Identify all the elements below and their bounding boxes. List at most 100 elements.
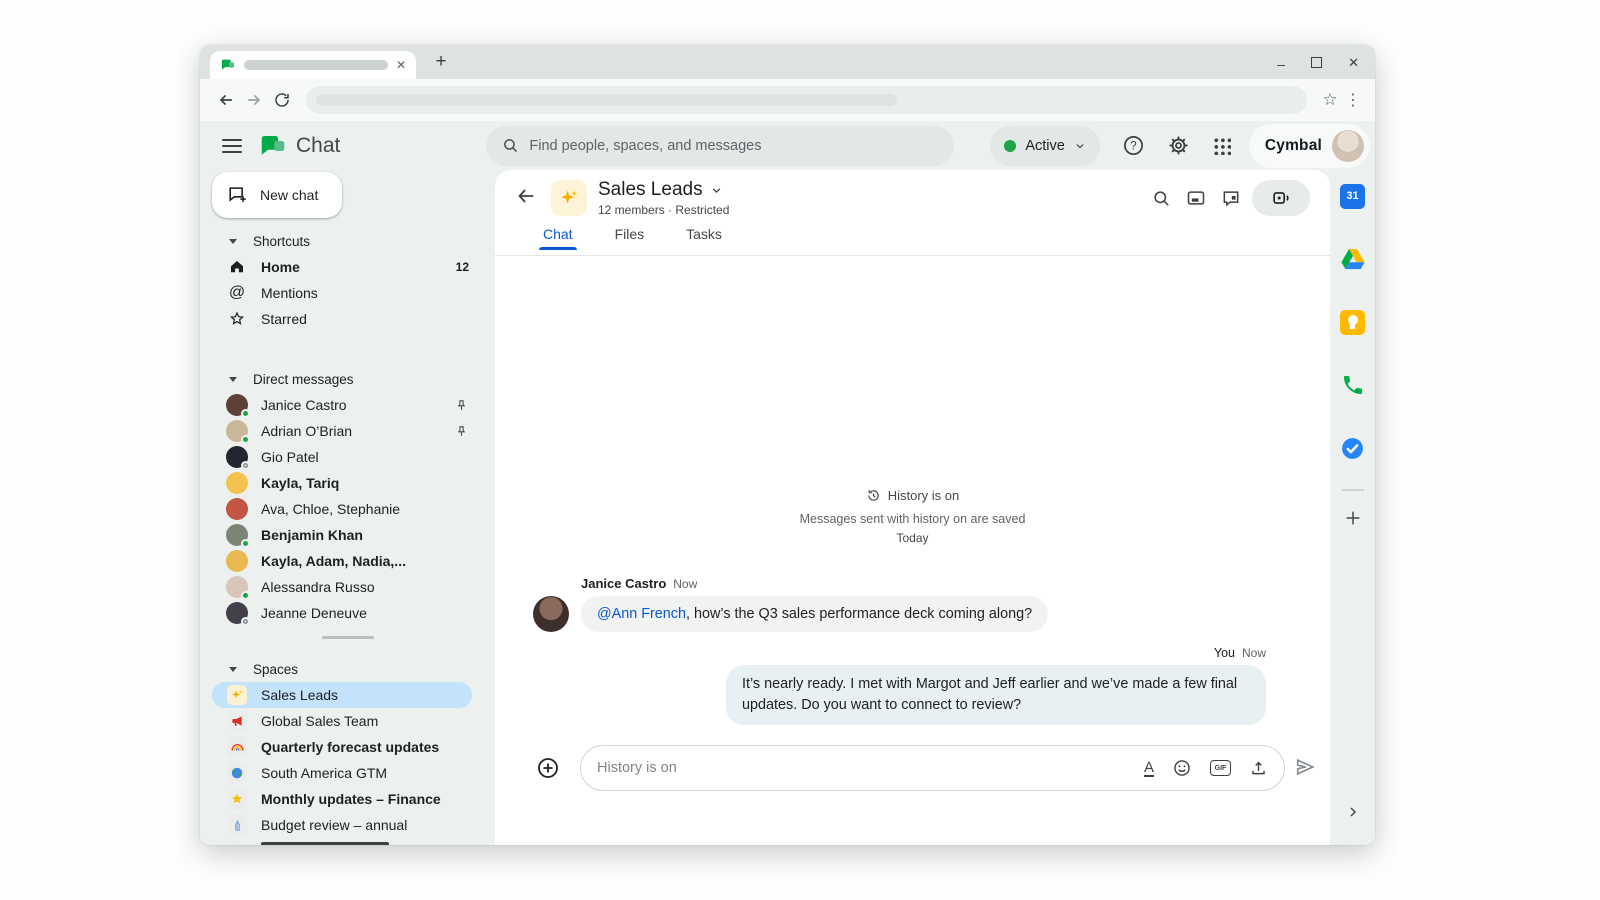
tab-close-icon[interactable]: ✕ xyxy=(396,59,406,71)
avatar xyxy=(226,524,250,548)
avatar xyxy=(226,498,248,520)
mention-link[interactable]: @Ann French xyxy=(597,606,686,622)
history-subtitle: Messages sent with history on are saved xyxy=(799,512,1026,526)
message-bubble[interactable]: It’s nearly ready. I met with Margot and… xyxy=(726,665,1266,725)
apps-grid-icon[interactable] xyxy=(1211,136,1231,155)
space-item[interactable]: Monthly updates – Finance xyxy=(200,786,495,812)
tasks-app-button[interactable] xyxy=(1339,434,1367,462)
browser-menu-icon[interactable]: ⋮ xyxy=(1343,90,1363,110)
sidebar-item-mentions[interactable]: @ Mentions xyxy=(200,280,495,306)
tab-files[interactable]: Files xyxy=(615,226,645,250)
dm-item[interactable]: Kayla, Tariq xyxy=(200,470,495,496)
tab-chat[interactable]: Chat xyxy=(539,226,577,250)
account-switcher[interactable]: Cymbal xyxy=(1248,123,1371,168)
forward-button[interactable] xyxy=(240,86,268,114)
settings-button[interactable] xyxy=(1167,134,1190,157)
calendar-app-button[interactable]: 31 xyxy=(1339,182,1367,210)
section-shortcuts[interactable]: Shortcuts xyxy=(200,228,495,254)
address-bar[interactable] xyxy=(306,86,1307,114)
open-in-pip-button[interactable] xyxy=(1182,184,1210,212)
gif-icon[interactable]: GIF xyxy=(1210,760,1231,776)
window-controls: – ✕ xyxy=(1277,45,1359,79)
tasks-icon xyxy=(1342,437,1363,459)
threads-button[interactable] xyxy=(1217,184,1245,212)
expand-rail-button[interactable] xyxy=(1345,804,1361,825)
minimize-button[interactable]: – xyxy=(1277,57,1285,71)
upload-icon[interactable] xyxy=(1249,759,1268,778)
rail-divider xyxy=(1341,489,1364,491)
new-tab-button[interactable]: + xyxy=(428,49,454,75)
send-button[interactable] xyxy=(1294,756,1316,783)
send-icon xyxy=(1296,758,1315,776)
voice-app-button[interactable] xyxy=(1339,371,1367,399)
drive-app-button[interactable] xyxy=(1339,245,1367,273)
bookmark-star-icon[interactable]: ☆ xyxy=(1317,87,1343,113)
chevron-down-icon[interactable] xyxy=(710,184,723,197)
browser-tab[interactable]: ✕ xyxy=(210,51,416,79)
message-bubble[interactable]: @Ann French, how’s the Q3 sales performa… xyxy=(581,596,1049,632)
dm-item[interactable]: Gio Patel xyxy=(200,444,495,470)
message-outgoing: You Now It’s nearly ready. I met with Mar… xyxy=(726,645,1266,725)
history-title: History is on xyxy=(887,488,960,503)
section-direct-messages[interactable]: Direct messages xyxy=(200,366,495,392)
reload-button[interactable] xyxy=(268,86,296,114)
dm-item[interactable]: Janice Castro xyxy=(200,392,495,418)
chat-logo-icon xyxy=(261,135,285,155)
chevron-right-icon xyxy=(1349,807,1356,817)
message-input[interactable] xyxy=(597,760,1126,776)
avatar[interactable] xyxy=(533,596,569,632)
collapse-arrow-icon xyxy=(229,239,237,248)
sidebar-item-home[interactable]: Home 12 xyxy=(200,254,495,280)
add-app-button[interactable] xyxy=(1342,507,1364,534)
search-bar[interactable]: Find people, spaces, and messages xyxy=(486,125,955,166)
close-window-button[interactable]: ✕ xyxy=(1348,56,1359,69)
dm-item[interactable]: Benjamin Khan xyxy=(200,522,495,548)
unread-count-badge: 12 xyxy=(455,260,469,274)
dm-item[interactable]: Ava, Chloe, Stephanie xyxy=(200,496,495,522)
message-text: , how’s the Q3 sales performance deck co… xyxy=(686,606,1033,622)
browser-tabstrip: ✕ + – ✕ xyxy=(200,45,1375,79)
help-button[interactable]: ? xyxy=(1122,134,1145,157)
workspace-side-rail: 31 xyxy=(1330,170,1375,845)
tab-tasks[interactable]: Tasks xyxy=(686,226,722,250)
add-attachment-button[interactable] xyxy=(536,756,560,785)
reload-icon xyxy=(275,93,289,107)
emoji-icon[interactable] xyxy=(1172,758,1192,778)
sidebar-item-starred[interactable]: Starred xyxy=(200,306,495,332)
space-item[interactable]: Quarterly forecast updates xyxy=(200,734,495,760)
message-sender: Janice Castro xyxy=(581,576,667,591)
section-spaces[interactable]: Spaces xyxy=(200,656,495,682)
maximize-button[interactable] xyxy=(1311,56,1323,68)
dm-item[interactable]: Alessandra Russo xyxy=(200,574,495,600)
space-item[interactable]: Global Sales Team xyxy=(200,708,495,734)
space-item[interactable]: South America GTM xyxy=(200,760,495,786)
avatar xyxy=(226,446,250,470)
history-status: History is on xyxy=(495,488,1330,503)
space-item[interactable]: Budget review – annual xyxy=(200,812,495,838)
dm-item[interactable]: Kayla, Adam, Nadia,... xyxy=(200,548,495,574)
video-call-button[interactable] xyxy=(1252,180,1310,216)
keep-app-button[interactable] xyxy=(1339,308,1367,336)
status-selector[interactable]: Active xyxy=(990,125,1100,166)
format-text-icon[interactable]: A xyxy=(1143,760,1154,777)
product-name: Chat xyxy=(296,133,341,157)
back-button[interactable] xyxy=(515,185,537,212)
search-in-space-button[interactable] xyxy=(1147,184,1175,212)
dm-item[interactable]: Jeanne Deneuve xyxy=(200,600,495,626)
back-button[interactable] xyxy=(212,86,240,114)
back-arrow-icon xyxy=(518,188,534,203)
space-item-cutoff[interactable] xyxy=(200,842,495,845)
space-title[interactable]: Sales Leads xyxy=(598,179,703,201)
plus-circle-icon xyxy=(538,758,558,778)
history-clock-icon xyxy=(867,490,879,501)
avatar xyxy=(226,472,248,494)
new-chat-button[interactable]: New chat xyxy=(212,172,342,218)
space-avatar[interactable] xyxy=(551,180,587,216)
space-item-selected[interactable]: Sales Leads xyxy=(212,682,472,708)
avatar xyxy=(226,602,250,626)
megaphone-icon xyxy=(232,716,242,726)
dm-item[interactable]: Adrian O’Brian xyxy=(200,418,495,444)
main-menu-icon[interactable] xyxy=(222,138,242,153)
keep-icon xyxy=(1340,309,1365,335)
user-avatar[interactable] xyxy=(1332,129,1365,162)
